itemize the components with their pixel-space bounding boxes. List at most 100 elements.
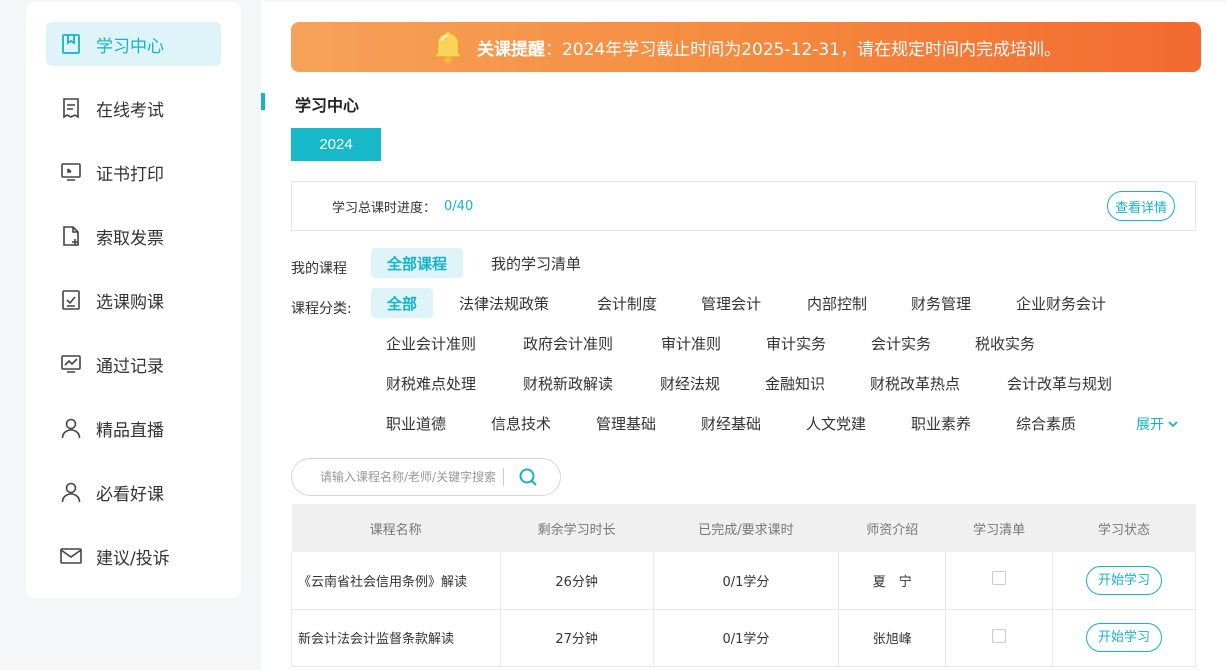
category-item[interactable]: 管理会计 [685,288,777,318]
study-status-cell: 开始学习 [1052,552,1196,610]
category-item[interactable]: 职业素养 [895,408,987,438]
remaining-time: 26分钟 [500,552,654,610]
sidebar-item-label: 精品直播 [96,420,164,441]
category-item[interactable]: 政府会计准则 [507,328,629,358]
search-icon[interactable] [518,467,538,487]
category-item[interactable]: 会计实务 [855,328,947,358]
column-header: 课程名称 [291,504,501,552]
start-study-button[interactable]: 开始学习 [1086,623,1163,652]
category-item[interactable]: 法律法规政策 [443,288,565,318]
sidebar-item-label: 选课购课 [96,292,164,313]
remaining-time: 27分钟 [500,609,654,667]
certificate-icon [60,161,82,183]
column-header: 剩余学习时长 [500,504,654,552]
category-item[interactable]: 审计准则 [645,328,737,358]
mail-icon [60,545,82,567]
sidebar-item-recommended[interactable]: 必看好课 [46,470,221,514]
checklist-icon [60,289,82,311]
category-item[interactable]: 综合素质 [1000,408,1092,438]
category-item[interactable]: 会计制度 [581,288,673,318]
year-tab-2024[interactable]: 2024 [291,128,381,161]
category-item[interactable]: 职业道德 [370,408,462,438]
chevron-down-icon [1168,421,1178,428]
table-header-row: 课程名称 剩余学习时长 已完成/要求课时 师资介绍 学习清单 学习状态 [291,504,1196,552]
study-list-checkbox[interactable] [992,571,1007,586]
sidebar-item-pass-record[interactable]: 通过记录 [46,342,221,386]
tab-my-study-list[interactable]: 我的学习清单 [475,248,597,278]
column-header: 学习状态 [1052,504,1196,552]
sidebar-item-label: 必看好课 [96,484,164,505]
progress-value: 0/40 [444,198,474,214]
progress-label: 学习总课时进度： [332,200,437,216]
category-item[interactable]: 财税新政解读 [507,368,629,398]
page-title: 学习中心 [295,96,360,115]
notice-prefix: 关课提醒 [476,39,545,60]
notice-banner: 关课提醒 ：2024年学习截止时间为2025-12-31，请在规定时间内完成培训… [291,22,1201,72]
section-title-bar [261,93,265,110]
view-details-button[interactable]: 查看详情 [1107,191,1175,221]
sidebar-item-label: 在线考试 [96,100,164,121]
sidebar-item-course-select[interactable]: 选课购课 [46,278,221,322]
category-item[interactable]: 财税改革热点 [854,368,976,398]
category-item[interactable]: 管理基础 [580,408,672,438]
my-courses-label: 我的课程 [291,261,347,277]
search-box [291,458,561,496]
sidebar-item-certificate-print[interactable]: 证书打印 [46,150,221,194]
sidebar-item-online-exam[interactable]: 在线考试 [46,86,221,130]
credit-progress: 0/1学分 [653,552,840,610]
study-list-checkbox[interactable] [992,628,1007,643]
course-name: 《云南省社会信用条例》解读 [291,552,501,610]
teacher-name[interactable]: 张旭峰 [838,609,947,667]
file-add-icon [60,225,82,247]
sidebar-item-label: 索取发票 [96,228,164,249]
user-icon [60,481,82,503]
progress-summary: 学习总课时进度： 0/40 查看详情 [291,181,1196,231]
category-item[interactable]: 金融知识 [749,368,841,398]
category-item[interactable]: 财务管理 [895,288,987,318]
study-status-cell: 开始学习 [1052,609,1196,667]
sidebar-item-learning-center[interactable]: 学习中心 [46,22,221,66]
column-header: 已完成/要求课时 [653,504,840,552]
study-list-cell [945,552,1054,610]
user-icon [60,417,82,439]
sidebar-item-feedback[interactable]: 建议/投诉 [46,534,221,578]
category-item[interactable]: 财税难点处理 [370,368,492,398]
chart-icon [60,353,82,375]
document-icon [60,97,82,119]
sidebar-item-label: 证书打印 [96,164,164,185]
study-list-cell [945,609,1054,667]
search-input[interactable] [320,470,495,484]
category-item[interactable]: 财经基础 [685,408,777,438]
notice-text: ：2024年学习截止时间为2025-12-31，请在规定时间内完成培训。 [544,39,1062,60]
sidebar: 学习中心 在线考试 证书打印 索取发票 选课购课 通过记录 精品直播 必看好课 … [26,2,241,598]
sidebar-item-label: 建议/投诉 [96,548,170,569]
category-item[interactable]: 审计实务 [750,328,842,358]
category-item[interactable]: 财经法规 [644,368,736,398]
credit-progress: 0/1学分 [653,609,840,667]
category-item[interactable]: 税收实务 [959,328,1051,358]
sidebar-item-invoice[interactable]: 索取发票 [46,214,221,258]
table-row: 新会计法会计监督条款解读 27分钟 0/1学分 张旭峰 开始学习 [291,609,1196,667]
bookmark-icon [60,33,82,55]
category-item[interactable]: 企业会计准则 [370,328,492,358]
tab-all-courses[interactable]: 全部课程 [371,248,464,278]
start-study-button[interactable]: 开始学习 [1086,565,1163,595]
category-item[interactable]: 人文党建 [790,408,882,438]
sidebar-item-label: 学习中心 [96,36,164,57]
category-label: 课程分类: [291,301,352,317]
sidebar-item-label: 通过记录 [96,356,164,377]
course-table: 课程名称 剩余学习时长 已完成/要求课时 师资介绍 学习清单 学习状态 《云南省… [291,504,1196,667]
column-header: 师资介绍 [838,504,947,552]
course-name: 新会计法会计监督条款解读 [291,609,501,667]
bell-icon [432,30,464,64]
category-item[interactable]: 内部控制 [791,288,883,318]
expand-categories-button[interactable]: 展开 [1136,414,1179,434]
teacher-name[interactable]: 夏 宁 [838,552,947,610]
sidebar-item-live[interactable]: 精品直播 [46,406,221,450]
category-item[interactable]: 企业财务会计 [1000,288,1122,318]
category-all[interactable]: 全部 [371,288,434,318]
expand-label: 展开 [1136,417,1164,433]
category-item[interactable]: 会计改革与规划 [991,368,1128,398]
table-row: 《云南省社会信用条例》解读 26分钟 0/1学分 夏 宁 开始学习 [291,552,1196,610]
category-item[interactable]: 信息技术 [475,408,567,438]
